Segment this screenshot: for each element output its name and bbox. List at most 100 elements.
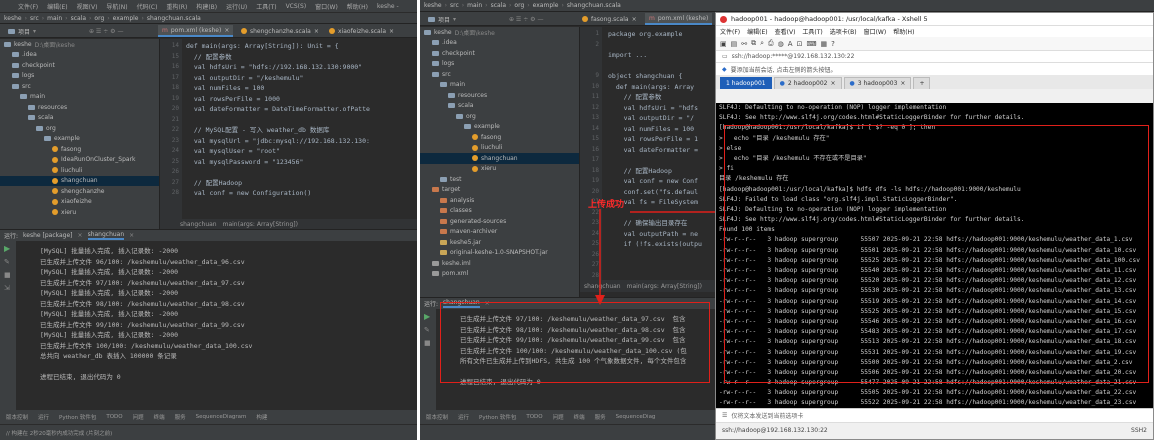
tree-item[interactable]: main — [420, 80, 579, 91]
send-text-bar[interactable]: ☰ 仅将文本发送到当前选项卡 — [716, 409, 1153, 423]
tab-fasong[interactable]: fasong.scala × — [578, 13, 641, 25]
xshell-menu-item[interactable]: 工具(T) — [802, 27, 822, 36]
crumb-object[interactable]: shangchuan — [180, 221, 217, 228]
session-tab-hadoop002[interactable]: ● 2 hadoop002 × — [773, 77, 842, 89]
tree-item[interactable]: keshe5.jar — [420, 237, 579, 248]
tree-item[interactable]: example — [420, 122, 579, 133]
session-tab-hadoop003[interactable]: ● 3 hadoop003 × — [843, 77, 912, 89]
tree-item[interactable]: keshe.iml — [420, 258, 579, 269]
tree-item[interactable]: xieru — [0, 207, 159, 218]
tool-window-button[interactable]: 运行 — [458, 413, 469, 421]
tree-item[interactable]: shangchuan — [420, 153, 579, 164]
code-content[interactable]: def main(args: Array[String]): Unit = { … — [186, 39, 370, 199]
menu-item[interactable]: 视图(V) — [77, 2, 98, 11]
tool-window-button[interactable]: 版本控制 — [426, 413, 448, 421]
menu-item[interactable]: VCS(S) — [286, 3, 307, 10]
breadcrumb-item[interactable]: org — [94, 15, 104, 22]
close-icon[interactable]: × — [900, 80, 905, 87]
tree-item[interactable]: fasong — [420, 132, 579, 143]
tree-item[interactable]: generated-sources — [420, 216, 579, 227]
address-bar[interactable]: ▭ ssh://hadoop:*****@192.168.132.130:22 — [716, 51, 1153, 63]
tree-item[interactable]: xieru — [420, 164, 579, 175]
tab-pom[interactable]: m pom.xml (keshe) — [645, 13, 713, 25]
tree-item[interactable]: scala — [0, 113, 159, 124]
tool-window-button[interactable]: 构建 — [256, 413, 267, 421]
crumb-method[interactable]: main(args: Array[String]) — [223, 221, 298, 228]
menu-item[interactable]: 代码(C) — [137, 2, 158, 11]
tool-window-button[interactable]: 服务 — [175, 413, 186, 421]
tree-item[interactable]: resources — [0, 102, 159, 113]
project-view-selector[interactable]: 项目 ▾ — [4, 25, 40, 37]
breadcrumb-item[interactable]: src — [450, 2, 459, 9]
tool-window-button[interactable]: 服务 — [595, 413, 606, 421]
stop-icon[interactable]: ■ — [420, 334, 436, 347]
copy-icon[interactable]: ⧉ — [751, 39, 756, 48]
xshell-menu-item[interactable]: 查看(V) — [775, 27, 796, 36]
close-icon[interactable]: × — [78, 232, 83, 239]
breadcrumb-item[interactable]: main — [47, 15, 62, 22]
breadcrumb-item[interactable]: keshe — [424, 2, 442, 9]
close-icon[interactable]: × — [314, 28, 319, 35]
run-tab-shangchuan[interactable]: shangchuan — [87, 231, 125, 240]
close-icon[interactable]: × — [632, 16, 637, 23]
tree-item[interactable]: .idea — [0, 50, 159, 61]
tool-window-button[interactable]: 终端 — [154, 413, 165, 421]
menu-item[interactable]: 导航(N) — [106, 2, 127, 11]
print-icon[interactable]: ⎙ — [768, 39, 774, 48]
tab-pom[interactable]: m pom.xml (keshe) × — [158, 25, 234, 37]
tool-window-button[interactable]: TODO — [526, 414, 542, 420]
xshell-menu-item[interactable]: 选项卡(B) — [830, 27, 857, 36]
menu-item[interactable]: keshe - — [377, 3, 399, 10]
tree-item[interactable]: xiaofeizhe — [0, 197, 159, 208]
breadcrumb-item[interactable]: scala — [491, 2, 506, 9]
run-tab-package[interactable]: keshe [package] — [23, 232, 73, 239]
tool-window-button[interactable]: TODO — [106, 414, 122, 420]
tree-item[interactable]: logs — [0, 71, 159, 82]
tab-xiaofeizhe[interactable]: xiaofeizhe.scala × — [325, 25, 398, 37]
tree-item[interactable]: maven-archiver — [420, 227, 579, 238]
menu-item[interactable]: 窗口(W) — [315, 2, 338, 11]
xshell-menu-item[interactable]: 窗口(W) — [864, 27, 887, 36]
font-icon[interactable]: A — [788, 40, 793, 48]
menu-item[interactable]: 工具(T) — [256, 2, 276, 11]
new-session-icon[interactable]: ▣ — [720, 40, 727, 48]
tree-item[interactable]: liuchuli — [420, 143, 579, 154]
rerun-icon[interactable]: ▶ — [420, 309, 436, 321]
breadcrumb-item[interactable]: shangchuan.scala — [147, 15, 201, 22]
tool-window-button[interactable]: 运行 — [38, 413, 49, 421]
menu-item[interactable]: 运行(U) — [226, 2, 247, 11]
tool-window-button[interactable]: Python 软件包 — [479, 413, 516, 421]
project-view-selector[interactable]: 项目 ▾ — [424, 13, 460, 25]
tool-window-button[interactable]: 版本控制 — [6, 413, 28, 421]
lock-icon[interactable]: ⊡ — [797, 40, 803, 48]
new-tab-button[interactable]: + — [913, 77, 931, 89]
crumb-method[interactable]: main(args: Array[String]) — [627, 283, 702, 290]
xshell-menu-item[interactable]: 帮助(H) — [893, 27, 914, 36]
tool-window-button[interactable]: 问题 — [133, 413, 144, 421]
close-icon[interactable]: × — [389, 28, 394, 35]
tool-window-button[interactable]: SequenceDiagram — [196, 414, 247, 420]
link-icon[interactable]: ⚯ — [741, 40, 747, 48]
breadcrumb-item[interactable]: main — [467, 2, 482, 9]
tree-item[interactable]: scala — [420, 101, 579, 112]
menu-item[interactable]: 文件(F) — [18, 2, 38, 11]
tree-item[interactable]: example — [0, 134, 159, 145]
wrench-icon[interactable]: ✎ — [0, 253, 16, 266]
close-icon[interactable]: × — [129, 232, 134, 239]
menu-item[interactable]: 帮助(H) — [347, 2, 368, 11]
tree-item[interactable]: logs — [420, 59, 579, 70]
menu-item[interactable]: 构建(B) — [196, 2, 217, 11]
open-icon[interactable]: ▤ — [731, 40, 738, 48]
xshell-menu-item[interactable]: 编辑(E) — [747, 27, 767, 36]
tree-item[interactable]: src — [0, 81, 159, 92]
tree-item[interactable]: checkpoint — [0, 60, 159, 71]
tree-item[interactable]: shangchuan — [0, 175, 159, 186]
pin-icon[interactable]: ⇲ — [0, 279, 16, 292]
stop-icon[interactable]: ■ — [0, 266, 16, 279]
tree-item[interactable]: keshe D:\桌面\keshe — [420, 27, 579, 38]
tree-item[interactable]: keshe D:\桌面\keshe — [0, 39, 159, 50]
tree-item[interactable]: test — [420, 174, 579, 185]
help-icon[interactable]: ? — [831, 40, 835, 48]
xshell-menu-item[interactable]: 文件(F) — [720, 27, 740, 36]
tree-item[interactable]: analysis — [420, 195, 579, 206]
